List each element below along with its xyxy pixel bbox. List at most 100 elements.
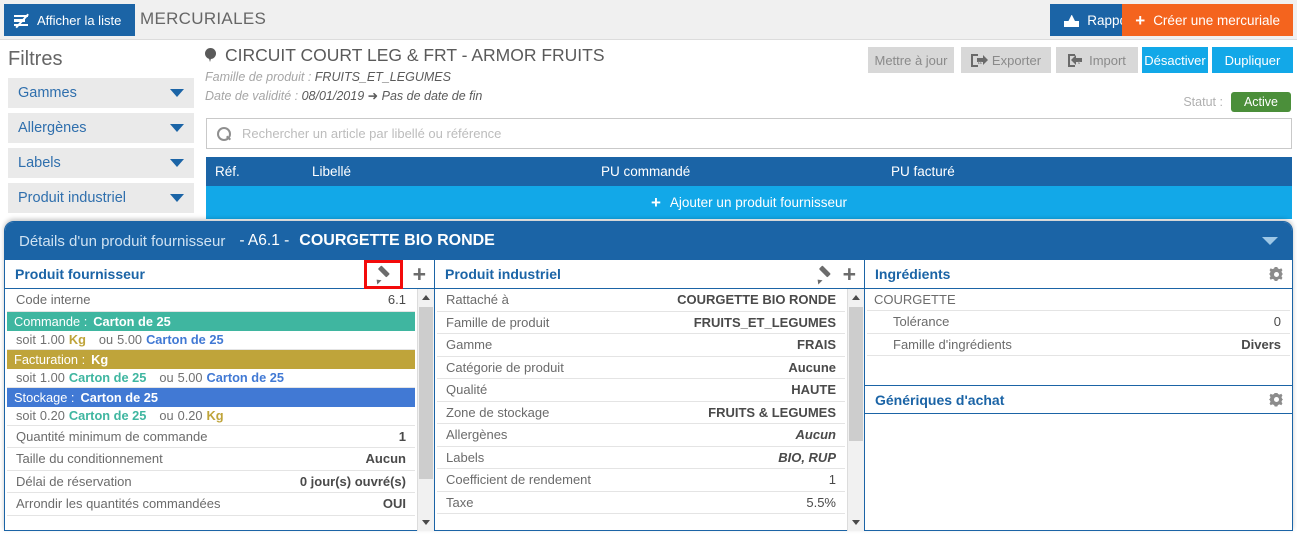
- import-icon: [1068, 53, 1083, 67]
- scrollbar-thumb[interactable]: [419, 307, 433, 479]
- detail-row: Qualité HAUTE: [437, 379, 845, 402]
- ingredients-header: Ingrédients: [865, 260, 1292, 289]
- conv-prefix: soit: [16, 332, 36, 347]
- detail-row: Famille d'ingrédients Divers: [867, 334, 1290, 356]
- unit-conversion-facturation: soit 1.00 Carton de 25 ou 5.00 Carton de…: [7, 369, 415, 388]
- show-list-button[interactable]: Afficher la liste: [4, 4, 136, 36]
- row-key: Quantité minimum de commande: [16, 428, 208, 444]
- generics-heading: Génériques d'achat: [875, 391, 1005, 408]
- detail-row: Tolérance 0: [867, 311, 1290, 334]
- conv-q1: 1.00: [39, 370, 65, 385]
- chevron-down-icon: [170, 89, 184, 97]
- row-value: FRAIS: [797, 337, 836, 353]
- supplier-product-column: Produit fournisseur + Code interne 6.1 C…: [5, 259, 435, 531]
- filter-label: Allergènes: [18, 120, 87, 136]
- conv-q1: 0.20: [39, 408, 65, 423]
- generics-header: Génériques d'achat: [865, 385, 1292, 414]
- column-libelle: Libellé: [312, 164, 352, 179]
- update-button[interactable]: Mettre à jour: [868, 47, 954, 73]
- detail-row: Labels BIO, RUP: [437, 447, 845, 469]
- unit-band-label: Stockage :: [14, 389, 75, 405]
- deactivate-label: Désactiver: [1144, 52, 1206, 68]
- pencil-icon[interactable]: [815, 264, 833, 285]
- filter-label: Produit industriel: [18, 190, 126, 206]
- detail-panel-code: - A6.1 -: [239, 232, 290, 249]
- unit-band-stockage: Stockage : Carton de 25: [7, 387, 415, 407]
- mercuriale-header: CIRCUIT COURT LEG & FRT - ARMOR FRUITS F…: [205, 45, 605, 103]
- ingredient-name: COURGETTE: [867, 289, 1290, 311]
- conv-q2: 0.20: [177, 408, 203, 423]
- row-key: Délai de réservation: [16, 473, 132, 489]
- report-icon: [1064, 14, 1080, 27]
- industrial-product-header: Produit industriel +: [435, 260, 864, 289]
- gear-icon[interactable]: [1268, 392, 1284, 408]
- detail-columns: Produit fournisseur + Code interne 6.1 C…: [5, 259, 1292, 531]
- supplier-product-list: Code interne 6.1 Commande : Carton de 25…: [5, 289, 434, 531]
- duplicate-button[interactable]: Dupliquer: [1212, 47, 1293, 73]
- status-label: Statut :: [1183, 95, 1223, 109]
- conv-u1: Kg: [68, 332, 86, 347]
- top-bar: Afficher la liste MERCURIALES Rapports +…: [0, 0, 1297, 40]
- import-button[interactable]: Import: [1056, 47, 1138, 73]
- detail-row: Zone de stockage FRUITS & LEGUMES: [437, 402, 845, 424]
- conv-prefix: soit: [16, 408, 36, 423]
- pencil-icon: [374, 264, 392, 285]
- detail-row: Arrondir les quantités commandées OUI: [7, 493, 415, 516]
- detail-panel-title: Détails d'un produit fournisseur: [19, 232, 226, 250]
- validity-line: Date de validité : 08/01/2019 ➜ Pas de d…: [205, 88, 605, 103]
- row-value: BIO, RUP: [778, 449, 836, 465]
- supplier-list-scrollbar[interactable]: [417, 289, 434, 531]
- row-value: 5.5%: [806, 494, 836, 510]
- generics-body: [865, 414, 1292, 500]
- scrollbar-thumb[interactable]: [849, 307, 863, 441]
- products-table-header: Réf. Libellé PU commandé PU facturé: [206, 157, 1292, 186]
- scroll-down-icon[interactable]: [848, 514, 864, 531]
- filter-gammes[interactable]: Gammes: [8, 78, 194, 108]
- ingredients-body: COURGETTE Tolérance 0 Famille d'ingrédie…: [865, 289, 1292, 385]
- ingredients-heading: Ingrédients: [875, 266, 951, 282]
- unit-band-label: Facturation :: [14, 351, 86, 367]
- search-input[interactable]: [240, 125, 1281, 142]
- row-value: 6.1: [387, 292, 406, 308]
- add-supplier-product-button[interactable]: + Ajouter un produit fournisseur: [206, 186, 1292, 219]
- add-supplier-product-icon[interactable]: +: [413, 262, 426, 285]
- create-mercuriale-button[interactable]: + Créer une mercuriale: [1122, 4, 1293, 36]
- row-value: 1: [398, 428, 406, 444]
- scroll-down-icon[interactable]: [418, 514, 434, 531]
- search-icon: [217, 126, 231, 141]
- filter-labels[interactable]: Labels: [8, 148, 194, 178]
- scroll-up-icon[interactable]: [418, 289, 434, 306]
- row-value: FRUITS_ET_LEGUMES: [693, 314, 836, 330]
- location-pin-icon: [205, 47, 216, 64]
- product-family-label: Famille de produit :: [205, 70, 312, 84]
- row-value: Divers: [1241, 336, 1281, 352]
- conv-sep: ou: [98, 332, 114, 347]
- conv-sep: ou: [159, 370, 174, 385]
- chevron-down-icon: [170, 159, 184, 167]
- search-bar[interactable]: [206, 118, 1292, 149]
- deactivate-button[interactable]: Désactiver: [1142, 47, 1208, 73]
- product-family-line: Famille de produit : FRUITS_ET_LEGUMES: [205, 70, 605, 84]
- filter-label: Gammes: [18, 85, 77, 101]
- validity-end: Pas de date de fin: [381, 89, 483, 103]
- conv-q1: 1.00: [39, 332, 65, 347]
- edit-supplier-product-button[interactable]: [363, 259, 403, 289]
- filter-produit-industriel[interactable]: Produit industriel: [8, 183, 194, 213]
- detail-panel-header: Détails d'un produit fournisseur - A6.1 …: [5, 222, 1292, 260]
- detail-row: Rattaché à COURGETTE BIO RONDE: [437, 289, 845, 312]
- gear-icon[interactable]: [1268, 266, 1284, 282]
- row-value: 0 jour(s) ouvré(s): [299, 473, 406, 489]
- scroll-up-icon[interactable]: [848, 289, 864, 306]
- export-button[interactable]: Exporter: [961, 47, 1051, 73]
- add-industrial-product-icon[interactable]: +: [843, 262, 856, 285]
- chevron-down-icon: [170, 194, 184, 202]
- conv-sep: ou: [159, 408, 174, 423]
- column-pu-facture: PU facturé: [891, 164, 955, 179]
- row-value: 0: [1273, 314, 1281, 330]
- collapse-panel-icon[interactable]: [1262, 237, 1278, 245]
- row-value: FRUITS & LEGUMES: [708, 404, 836, 420]
- column-ref: Réf.: [215, 164, 240, 179]
- filter-allergenes[interactable]: Allergènes: [8, 113, 194, 143]
- industrial-list-scrollbar[interactable]: [847, 289, 864, 531]
- row-key: Taxe: [446, 494, 474, 510]
